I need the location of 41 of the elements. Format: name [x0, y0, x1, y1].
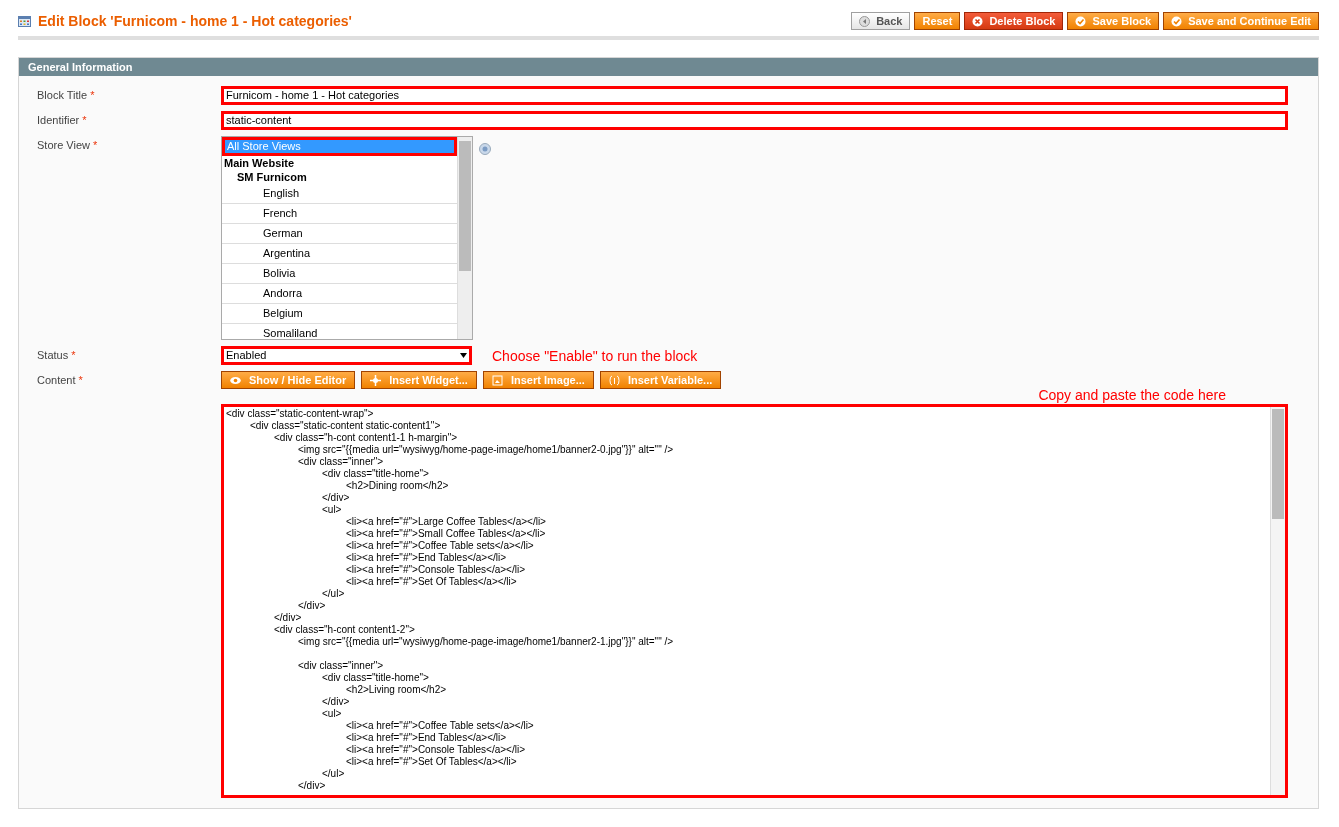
annotation-text: Copy and paste the code here — [1038, 387, 1226, 403]
status-dropdown[interactable]: Enabled — [221, 346, 472, 365]
code-text: <div class="static-content-wrap"> <div class="static-content static-content1"> <div class="h-cont content1-1 h-margin"> <img src="{{media url="wysiwyg/home-page-image/home1/banner2-0.jpg"}}" alt="" /> <div class="inner"> <div class="title-home"> <h2>Dining room</h2> </div> <ul> <li><a href="#">Large Coffee Tables</a></li> <li><a href="#">Small Coffee Tables</a></li> <li><a href="#">Coffee Table sets</a></li> <li><a href="#">End Tables</a></li> <li><a href="#">Console Tables</a></li> <li><a href="#">Set Of Tables</a></li> </ul> </div> </div> <div class="h-cont content1-2"> <img src="{{media url="wysiwyg/home-page-image/home1/banner2-1.jpg"}}" alt="" /> <div class="inner"> <div class="title-home"> <h2>Living room</h2> </div> <ul> <li><a href="#">Coffee Table sets</a></li> <li><a href="#">End Tables</a></li> <li><a href="#">Console Tables</a></li> <li><a href="#">Set Of Tables</a></li> </ul> </div> — [225, 407, 675, 793]
store-view-list[interactable]: All Store Views Main Website SM Furnicom English French German Argentina Bolivia Andorra Belgium Somaliland — [221, 136, 473, 340]
field-label: Store View — [37, 139, 90, 151]
list-option[interactable]: Andorra — [222, 284, 457, 304]
option-group[interactable]: SM Furnicom — [222, 170, 457, 184]
field-label: Identifier — [37, 114, 80, 126]
required-mark: * — [71, 349, 76, 361]
cross-circle-icon — [972, 15, 984, 27]
field-label: Content — [37, 374, 76, 386]
delete-button[interactable]: Delete Block — [964, 12, 1064, 30]
annotation-text: Choose "Enable" to run the block — [492, 347, 698, 364]
required-mark: * — [78, 374, 83, 386]
eye-icon — [230, 374, 241, 386]
section-header: General Information — [19, 58, 1318, 76]
required-mark: * — [82, 114, 87, 126]
text-field[interactable]: Furnicom - home 1 - Hot categories — [221, 86, 1288, 105]
list-option[interactable]: French — [222, 204, 457, 224]
check-circle-icon — [1171, 15, 1183, 27]
list-option[interactable]: Belgium — [222, 304, 457, 324]
back-button[interactable]: Back — [851, 12, 911, 30]
list-option[interactable]: German — [222, 224, 457, 244]
text-field[interactable]: static-content — [221, 111, 1288, 130]
list-option[interactable]: Argentina — [222, 244, 457, 264]
page-title: Edit Block 'Furnicom - home 1 - Hot categories' — [38, 13, 352, 29]
check-circle-icon — [1075, 15, 1087, 27]
field-label: Block Title — [37, 89, 88, 101]
crosshair-icon — [370, 374, 382, 386]
grid-icon — [18, 15, 31, 27]
help-icon[interactable] — [479, 143, 491, 155]
list-option[interactable]: English — [222, 184, 457, 204]
field-label: Status — [37, 349, 69, 361]
content-editor[interactable] — [221, 404, 1288, 798]
caret-icon — [460, 353, 467, 358]
braces-icon — [608, 374, 620, 386]
required-mark: * — [90, 89, 95, 101]
picture-icon — [491, 374, 503, 386]
option-group[interactable]: Main Website — [222, 156, 457, 170]
required-mark: * — [93, 139, 98, 151]
list-option[interactable]: Bolivia — [222, 264, 457, 284]
